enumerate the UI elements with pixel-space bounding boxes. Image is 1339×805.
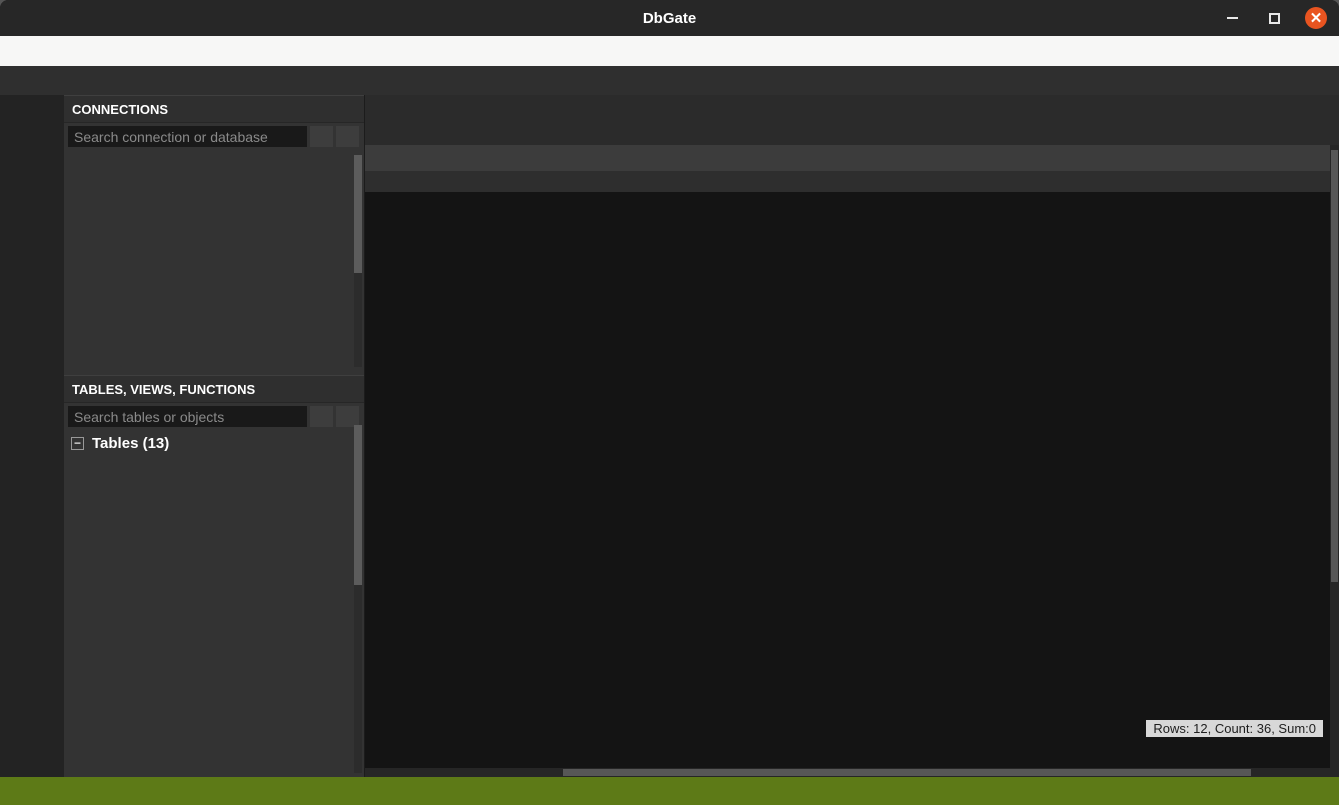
grid-header-row [365,145,1339,171]
minimize-icon [1227,17,1238,19]
tables-group-label: Tables (13) [92,435,169,452]
connections-search-input[interactable] [68,126,307,147]
collapse-icon[interactable]: − [71,437,84,450]
window-title: DbGate [643,10,696,27]
close-icon: ✕ [1310,11,1323,26]
tab-strip [365,95,1339,145]
menu-bar [0,36,1339,66]
connections-header: CONNECTIONS [64,95,364,123]
connections-refresh-button[interactable] [336,126,359,147]
tables-section: TABLES, VIEWS, FUNCTIONS − Tables (13) [64,375,364,777]
vertical-scrollbar [1330,145,1339,768]
grid-rows [365,192,1339,768]
icon-sidebar [0,95,64,777]
connections-search-row [64,123,364,150]
tables-search-input[interactable] [68,406,307,427]
close-button[interactable]: ✕ [1305,7,1327,29]
connections-section: CONNECTIONS [64,95,364,375]
tables-scrollbar [354,425,362,773]
maximize-button[interactable] [1263,7,1285,29]
toolbar [0,66,1339,95]
add-table-plus-button[interactable] [310,406,333,427]
tables-search-row [64,403,364,430]
grid-area: Rows: 12, Count: 36, Sum:0 [365,95,1339,777]
horizontal-scrollbar-thumb[interactable] [563,769,1251,776]
tables-group-row[interactable]: − Tables (13) [64,430,364,457]
window-controls: ✕ [1221,0,1327,36]
connections-scrollbar-thumb[interactable] [354,155,362,273]
horizontal-scrollbar [365,768,1339,777]
titlebar: DbGate ✕ [0,0,1339,36]
status-bar [0,777,1339,805]
maximize-icon [1269,13,1280,24]
app-window: DbGate ✕ CONNECTIONS [0,0,1339,805]
tables-header: TABLES, VIEWS, FUNCTIONS [64,375,364,403]
left-panel: CONNECTIONS TABLES, VIEWS, FUNCTIONS [64,95,365,777]
selection-stats-overlay: Rows: 12, Count: 36, Sum:0 [1146,720,1323,737]
minimize-button[interactable] [1221,7,1243,29]
tables-scrollbar-thumb[interactable] [354,425,362,585]
data-grid: Rows: 12, Count: 36, Sum:0 [365,145,1339,777]
vertical-scrollbar-thumb[interactable] [1331,150,1338,582]
tables-refresh-button[interactable] [336,406,359,427]
add-connection-plus-button[interactable] [310,126,333,147]
grid-filter-row [365,171,1339,192]
connections-scrollbar [354,155,362,367]
main-area: CONNECTIONS TABLES, VIEWS, FUNCTIONS [0,95,1339,777]
